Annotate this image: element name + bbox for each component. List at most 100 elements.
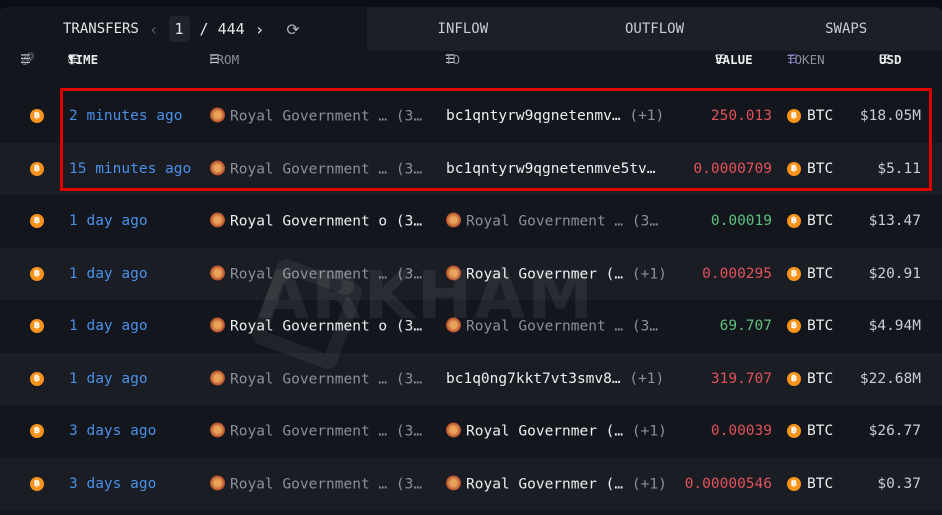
from-entity[interactable]: Royal Government … (3… xyxy=(210,475,422,492)
to-entity[interactable]: Royal Governmer (… (+1) xyxy=(446,265,667,282)
btc-icon: ฿ xyxy=(787,266,801,281)
token[interactable]: ฿ BTC xyxy=(787,371,833,387)
btc-icon: ฿ xyxy=(787,424,801,439)
value: 69.707 xyxy=(719,318,772,335)
usd-value: $13.47 xyxy=(868,213,921,230)
from-entity[interactable]: Royal Government … (3… xyxy=(210,160,422,177)
from-entity[interactable]: Royal Government … (3… xyxy=(210,422,422,440)
usd-value: $22.68M xyxy=(859,370,921,387)
btc-chain-icon: ฿ xyxy=(30,371,44,386)
time-link[interactable]: 2 minutes ago xyxy=(69,108,183,124)
entity-seal-icon xyxy=(446,317,461,333)
token[interactable]: ฿ BTC xyxy=(787,213,833,229)
value: 0.000295 xyxy=(702,265,772,282)
from-entity[interactable]: Royal Government … (3… xyxy=(210,265,422,282)
value: 0.0000709 xyxy=(693,160,772,177)
btc-chain-icon: ฿ xyxy=(30,109,44,124)
from-entity[interactable]: Royal Government o (3… xyxy=(210,212,422,230)
extra-count: (+1) xyxy=(631,266,667,283)
table-row[interactable]: ฿ 1 day ago Royal Government … (3… Royal Go… xyxy=(0,247,942,300)
btc-chain-icon: ฿ xyxy=(30,161,44,176)
token[interactable]: ฿ BTC xyxy=(787,266,833,282)
time-link[interactable]: 3 days ago xyxy=(69,476,156,492)
entity-seal-icon xyxy=(210,422,225,438)
token[interactable]: ฿ BTC xyxy=(787,423,833,439)
extra-count: (+1) xyxy=(631,423,667,440)
token[interactable]: ฿ BTC xyxy=(787,161,833,177)
prev-page-icon[interactable]: ‹ xyxy=(149,20,159,39)
time-link[interactable]: 3 days ago xyxy=(69,423,156,439)
entity-seal-icon xyxy=(446,265,461,281)
to-entity[interactable]: Royal Governmer (… (+1) xyxy=(446,422,667,440)
btc-icon: ฿ xyxy=(787,109,801,124)
token[interactable]: ฿ BTC xyxy=(787,108,833,124)
time-link[interactable]: 1 day ago xyxy=(69,318,148,334)
time-link[interactable]: 1 day ago xyxy=(69,213,148,229)
link-icon[interactable]: 🔗︎ xyxy=(20,51,36,67)
to-entity[interactable]: Royal Government … (3… xyxy=(446,212,658,230)
table-row[interactable]: ฿ 1 day ago Royal Government … (3… bc1q0ng7… xyxy=(0,352,942,405)
transfers-label: TRANSFERS xyxy=(63,21,139,37)
value: 0.00000546 xyxy=(684,475,772,492)
token[interactable]: ฿ BTC xyxy=(787,318,833,334)
time-link[interactable]: 1 day ago xyxy=(69,371,148,387)
next-page-icon[interactable]: › xyxy=(255,20,265,39)
usd-value: $26.77 xyxy=(868,423,921,440)
extra-count: (+1) xyxy=(629,108,665,125)
to-entity[interactable]: Royal Government … (3… xyxy=(446,317,658,335)
tab-inflow[interactable]: INFLOW xyxy=(367,7,559,51)
btc-chain-icon: ฿ xyxy=(30,424,44,439)
btc-chain-icon: ฿ xyxy=(30,319,44,334)
value: 250.013 xyxy=(710,108,772,125)
entity-seal-icon xyxy=(210,265,225,281)
table-row[interactable]: ฿ 1 day ago Royal Government o (3… Royal Go… xyxy=(0,300,942,353)
to-entity[interactable]: bc1qntyrw9qgnetenmve5tv… xyxy=(446,161,656,177)
btc-icon: ฿ xyxy=(787,319,801,334)
table-row[interactable]: ฿ 1 day ago Royal Government o (3… Royal Go… xyxy=(0,195,942,248)
from-entity[interactable]: Royal Government … (3… xyxy=(210,107,422,125)
page-number-input[interactable]: 1 xyxy=(168,16,190,42)
to-entity[interactable]: bc1qntyrw9qgnetenmv… (+1) xyxy=(446,108,664,124)
from-entity[interactable]: Royal Government o (3… xyxy=(210,317,422,335)
btc-icon: ฿ xyxy=(787,476,801,491)
sort-desc-icon: ▼ xyxy=(68,54,74,64)
value: 0.00019 xyxy=(710,213,772,230)
entity-seal-icon xyxy=(210,475,225,491)
btc-icon: ฿ xyxy=(787,214,801,229)
entity-seal-icon xyxy=(446,212,461,228)
token[interactable]: ฿ BTC xyxy=(787,476,833,492)
time-link[interactable]: 15 minutes ago xyxy=(69,161,191,177)
tab-transfers[interactable]: TRANSFERS ‹ 1 / 444 › ⟳ xyxy=(0,7,367,51)
btc-icon: ฿ xyxy=(787,371,801,386)
to-entity[interactable]: Royal Governmer (… (+1) xyxy=(446,475,667,492)
btc-chain-icon: ฿ xyxy=(30,214,44,229)
table-row[interactable]: ฿ 15 minutes ago Royal Government … (3… bc1… xyxy=(0,142,942,195)
entity-seal-icon xyxy=(446,422,461,438)
entity-seal-icon xyxy=(210,317,225,333)
tab-swaps[interactable]: SWAPS xyxy=(750,7,942,51)
entity-seal-icon xyxy=(210,107,225,123)
transfers-panel: TRANSFERS ‹ 1 / 444 › ⟳ INFLOW OUTFLOW S… xyxy=(0,7,942,515)
table-row[interactable]: ฿ 3 days ago Royal Government … (3… Royal G… xyxy=(0,405,942,458)
from-entity[interactable]: Royal Government … (3… xyxy=(210,370,422,387)
extra-count: (+1) xyxy=(631,476,667,493)
usd-value: $20.91 xyxy=(868,265,921,282)
btc-chain-icon: ฿ xyxy=(30,266,44,281)
entity-seal-icon xyxy=(210,370,225,386)
usd-value: $18.05M xyxy=(859,108,921,125)
usd-value: $5.11 xyxy=(877,160,921,177)
value: 0.00039 xyxy=(710,423,772,440)
table-row[interactable]: ฿ 2 minutes ago Royal Government … (3… bc1q… xyxy=(0,90,942,143)
column-headers: ☰ 🔗︎ ◷ ☰ TIME ▼ ☰ FROM ☰ TO ☰ VALUE ☰ TOKEN ☰ USD xyxy=(20,51,902,67)
usd-value: $0.37 xyxy=(877,475,921,492)
extra-count: (+1) xyxy=(629,370,665,387)
to-entity[interactable]: bc1q0ng7kkt7vt3smv8… (+1) xyxy=(446,371,664,387)
entity-seal-icon xyxy=(210,160,225,176)
refresh-icon[interactable]: ⟳ xyxy=(286,20,299,39)
table-row[interactable]: ฿ 3 days ago Royal Government … (3… Royal G… xyxy=(0,457,942,510)
btc-chain-icon: ฿ xyxy=(30,476,44,491)
tab-bar: TRANSFERS ‹ 1 / 444 › ⟳ INFLOW OUTFLOW S… xyxy=(0,7,942,51)
time-link[interactable]: 1 day ago xyxy=(69,266,148,282)
page-total: / 444 xyxy=(199,20,245,38)
tab-outflow[interactable]: OUTFLOW xyxy=(558,7,751,51)
